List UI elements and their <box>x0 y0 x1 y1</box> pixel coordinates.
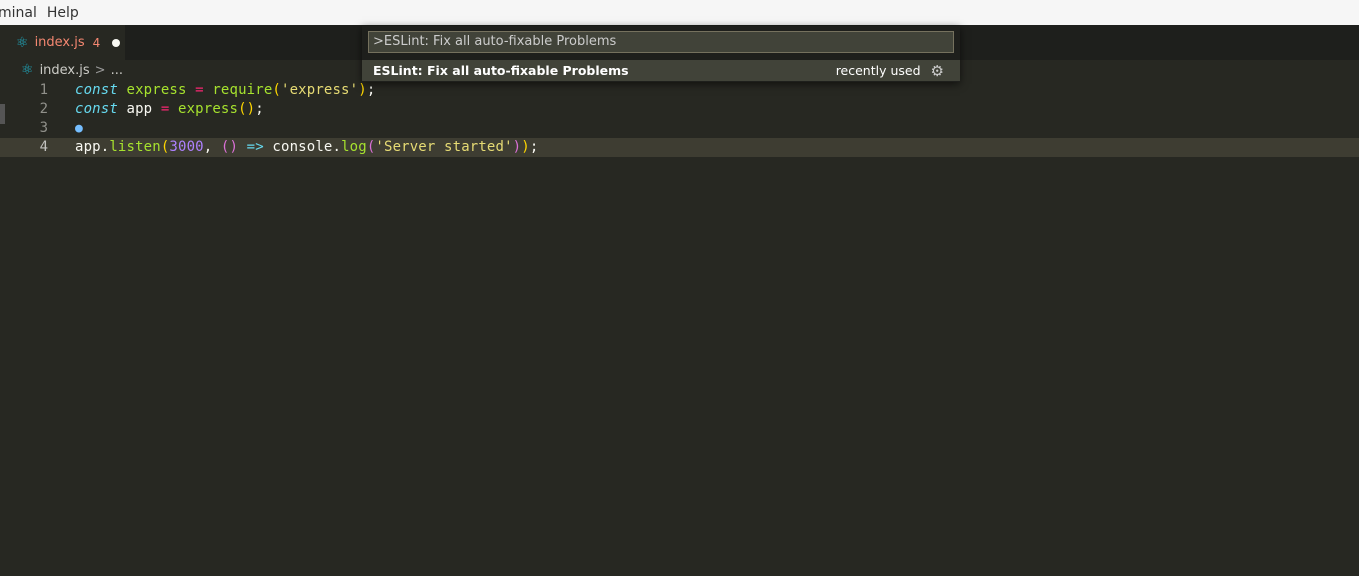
breadcrumb-more[interactable]: ... <box>111 63 123 78</box>
breadcrumb-file[interactable]: index.js <box>40 63 90 78</box>
code-line: 3 ● <box>0 119 1359 138</box>
menu-bar: minal Help <box>0 0 1359 25</box>
problem-count: 4 <box>92 35 101 50</box>
code-editor[interactable]: 1 const express = require('express'); 2 co… <box>0 81 1359 157</box>
breadcrumb: ⚛ index.js > ... <box>21 62 123 78</box>
react-file-icon: ⚛ <box>21 62 34 78</box>
code-line: 2 const app = express(); <box>0 100 1359 119</box>
code-text: const app = express(); <box>75 101 264 117</box>
command-palette: >ESLint: Fix all auto-fixable Problems E… <box>362 26 960 82</box>
line-number: 2 <box>39 101 48 117</box>
gear-icon[interactable]: ⚙ <box>931 62 944 80</box>
code-text: const express = require('express'); <box>75 82 376 98</box>
tab-index-js[interactable]: ⚛ index.js 4 <box>0 25 125 60</box>
line-number: 3 <box>39 120 48 136</box>
command-label: ESLint: Fix all auto-fixable Problems <box>373 63 629 78</box>
unsaved-dot-icon[interactable] <box>112 38 121 47</box>
line-number: 1 <box>39 82 48 98</box>
lightbulb-icon[interactable]: ● <box>75 119 83 138</box>
menu-terminal[interactable]: minal <box>0 5 37 21</box>
code-text: app.listen(3000, () => console.log('Serv… <box>75 139 539 155</box>
menu-help[interactable]: Help <box>47 5 79 21</box>
code-line: 1 const express = require('express'); <box>0 81 1359 100</box>
line-number: 4 <box>39 139 48 155</box>
code-line: 4 app.listen(3000, () => console.log('Ser… <box>0 138 1359 157</box>
chevron-right-icon: > <box>94 62 106 78</box>
command-input[interactable]: >ESLint: Fix all auto-fixable Problems <box>368 31 954 53</box>
react-file-icon: ⚛ <box>16 34 29 51</box>
recently-used-label: recently used <box>835 63 921 78</box>
tab-label: index.js <box>34 35 85 50</box>
command-result-item[interactable]: ESLint: Fix all auto-fixable Problems re… <box>362 60 960 81</box>
